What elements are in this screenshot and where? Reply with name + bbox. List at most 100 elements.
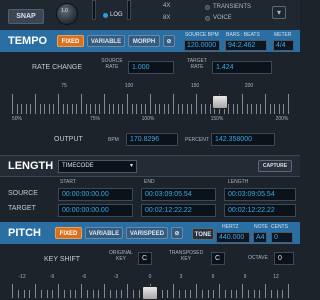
length-title: LENGTH (8, 160, 54, 172)
ruler-tick (237, 104, 239, 114)
ruler-tick (288, 284, 289, 298)
transients-option[interactable]: TRANSIENTS (213, 4, 251, 10)
source-rate-field[interactable]: 1.000 (128, 61, 174, 74)
tempo-morph-button[interactable]: MORPH (128, 35, 160, 47)
end-column-label: END (144, 179, 155, 185)
log-indicator-icon[interactable] (103, 13, 108, 18)
capture-button[interactable]: CAPTURE (258, 160, 292, 172)
tempo-panel: RATE CHANGE SOURCE RATE 1.000 TARGET RAT… (0, 52, 300, 154)
pitch-variable-button[interactable]: VARIABLE (85, 227, 123, 239)
knob-value: 1.0 (61, 8, 68, 14)
ruler-tick (138, 290, 140, 298)
ruler-tick (63, 290, 65, 298)
ruler-tick (62, 104, 64, 114)
ruler-tick (75, 290, 77, 298)
ruler-tick (117, 104, 119, 114)
source-bpm-label: SOURCE BPM (185, 32, 219, 38)
source-bpm-field[interactable]: 120.0000 (184, 40, 220, 51)
length-format-value: TIMECODE (62, 163, 94, 169)
voice-option[interactable]: VOICE (213, 15, 232, 21)
ruler-tick (131, 104, 133, 114)
ruler-tick (288, 94, 289, 114)
ruler-tick (104, 284, 105, 298)
output-bpm-field[interactable]: 170.8296 (126, 133, 178, 146)
pitch-header: PITCH FIXED VARIABLE VARISPEED ⊘ TONE HE… (0, 222, 300, 244)
tempo-fixed-button[interactable]: FIXED (57, 35, 84, 47)
octave-field[interactable]: 0 (274, 252, 294, 265)
key-shift-slider-thumb[interactable] (142, 286, 158, 300)
pitch-fixed-button[interactable]: FIXED (55, 227, 82, 239)
scale-top-label: 100 (124, 83, 134, 89)
hertz-label: HERTZ (222, 224, 239, 230)
ruler-tick (40, 290, 42, 298)
ruler-tick (132, 290, 134, 298)
source-start-field[interactable]: 00:00:00:00.00 (58, 188, 133, 201)
note-field[interactable]: A4 (253, 232, 267, 243)
ruler-tick (167, 290, 169, 298)
ruler-tick (67, 104, 69, 114)
length-header: LENGTH TIMECODE ▾ CAPTURE (0, 155, 300, 177)
ruler-tick (283, 104, 285, 114)
ruler-tick (108, 104, 110, 114)
source-end-field[interactable]: 00:03:09:05.54 (141, 188, 216, 201)
ruler-tick (205, 104, 207, 114)
length-format-dropdown[interactable]: TIMECODE ▾ (58, 160, 137, 173)
tempo-header: TEMPO FIXED VARIABLE MORPH ⊘ SOURCE BPM … (0, 30, 300, 52)
quality-8x-option[interactable]: 8X (163, 15, 170, 21)
pitch-bypass-icon[interactable]: ⊘ (171, 227, 183, 239)
tone-button[interactable]: TONE (192, 228, 214, 240)
ruler-tick (282, 290, 284, 298)
rate-slider-track[interactable] (12, 90, 289, 114)
ruler-tick (39, 104, 41, 114)
ruler-tick (81, 94, 82, 114)
dropdown-arrow-icon: ▾ (129, 163, 133, 169)
cents-field[interactable]: 0 (271, 232, 293, 243)
ruler-tick (207, 290, 209, 298)
meter-bar-left (92, 0, 96, 20)
target-start-field[interactable]: 00:00:00:00.00 (58, 204, 133, 217)
ruler-tick (224, 290, 226, 298)
target-row-label: TARGET (8, 205, 36, 212)
amount-knob[interactable] (56, 3, 78, 25)
scale-top-label: 150 (190, 83, 200, 89)
length-panel: START END LENGTH SOURCE TARGET 00:00:00:… (0, 177, 300, 221)
rate-slider-thumb[interactable] (212, 95, 229, 109)
source-row-label: SOURCE (8, 190, 38, 197)
voice-radio[interactable] (205, 16, 210, 21)
quality-4x-option[interactable]: 4X (163, 3, 170, 9)
ruler-tick (58, 94, 59, 114)
target-end-field[interactable]: 00:02:12:22.22 (141, 204, 216, 217)
bars-beats-field[interactable]: 94:2.462 (225, 40, 267, 51)
ruler-tick (247, 290, 249, 298)
ruler-tick (251, 104, 253, 114)
collapse-chevron-icon[interactable]: ▾ (272, 6, 286, 19)
tempo-bypass-icon[interactable]: ⊘ (163, 35, 175, 47)
pitch-varispeed-button[interactable]: VARISPEED (126, 227, 168, 239)
scale-bottom-label: 75% (89, 116, 100, 122)
start-column-label: START (60, 179, 76, 185)
output-percent-field[interactable]: 142.358000 (211, 133, 275, 146)
hertz-field[interactable]: 440.000 (216, 232, 250, 243)
ruler-tick (58, 284, 59, 298)
target-length-field[interactable]: 00:02:12:22.22 (224, 204, 296, 217)
transposed-key-field[interactable]: C (211, 252, 225, 265)
source-length-field[interactable]: 00:03:09:05.54 (224, 188, 296, 201)
ruler-tick (115, 290, 117, 298)
tempo-variable-button[interactable]: VARIABLE (87, 35, 125, 47)
scale-bottom-label: 200% (275, 116, 289, 122)
snap-button[interactable]: SNAP (8, 9, 44, 24)
tempo-title: TEMPO (8, 35, 48, 47)
transients-radio[interactable] (205, 5, 210, 10)
ruler-tick (52, 290, 54, 298)
original-key-field[interactable]: C (138, 252, 152, 265)
meter-label: METER (274, 32, 292, 38)
ruler-tick (86, 290, 88, 298)
scale-top-label: 200 (244, 83, 254, 89)
ruler-tick (35, 284, 36, 298)
meter-field[interactable]: 4/4 (273, 40, 294, 51)
ruler-tick (182, 104, 184, 114)
octave-label: OCTAVE (248, 255, 268, 261)
target-rate-field[interactable]: 1.424 (212, 61, 272, 74)
ruler-tick (23, 290, 25, 298)
source-rate-label: SOURCE RATE (101, 58, 123, 70)
